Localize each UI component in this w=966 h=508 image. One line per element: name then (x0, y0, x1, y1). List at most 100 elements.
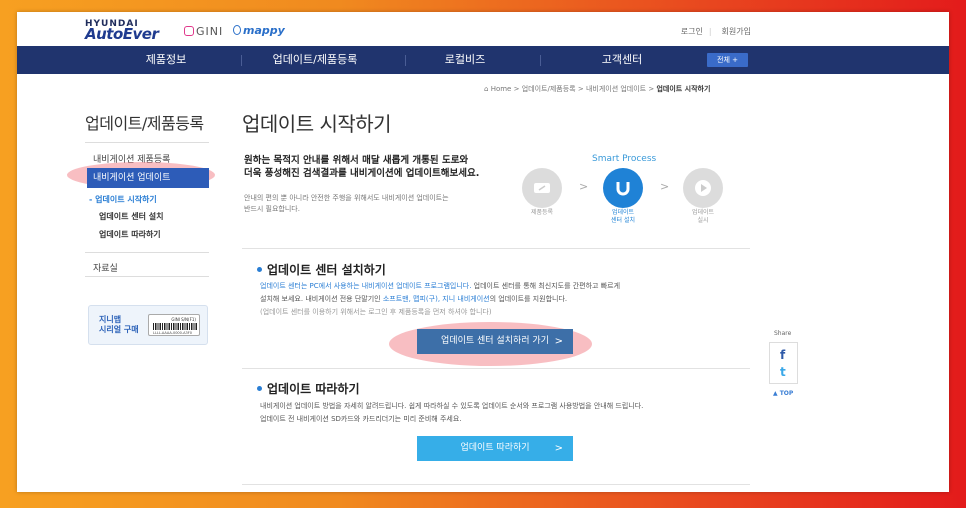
sidebar-item-archive[interactable]: 자료실 (93, 261, 118, 274)
intro-text: 원하는 목적지 안내를 위해서 매달 새롭게 개통된 도로와 더욱 풍성해진 검… (244, 154, 479, 180)
device-icon (534, 183, 550, 193)
breadcrumb-home[interactable]: Home (491, 85, 512, 93)
chevron-right-icon: > (554, 336, 563, 347)
section-install-desc: 업데이트 센터는 PC에서 사용하는 내비게이션 업데이트 프로그램입니다. 업… (260, 280, 620, 319)
step-register-circle (522, 168, 562, 208)
section-install-title-text: 업데이트 센터 설치하기 (267, 263, 386, 277)
sidebar-subitem-install[interactable]: 업데이트 센터 설치 (99, 211, 163, 222)
breadcrumb-separator: > (577, 85, 584, 93)
top-links: 로그인 | 회원가입 (671, 26, 751, 37)
logo-autoever-text: AutoEver (85, 25, 159, 43)
sidebar-divider (85, 142, 209, 143)
update-center-icon (616, 182, 630, 196)
mappy-pin-icon (233, 25, 241, 35)
serial-purchase-banner[interactable]: 지니맵 시리얼 구매 GINI S/N(F1) LLLL-AAAA-0000-A3… (88, 305, 208, 345)
top-links-divider: | (708, 27, 712, 36)
breadcrumb-current: 업데이트 시작하기 (656, 85, 711, 93)
section-divider (242, 368, 750, 369)
play-icon (695, 180, 711, 196)
banner-line1: 지니맵 (99, 315, 122, 324)
serial-number: LLLL-AAAA-0000-A3F0 (153, 331, 192, 335)
section-divider (242, 484, 750, 485)
mappy-label: mappy (243, 24, 285, 37)
banner-line2: 시리얼 구매 (99, 325, 139, 334)
desc-text: 의 업데이트를 지원합니다. (489, 295, 568, 303)
install-center-button-label: 업데이트 센터 설치하러 가기 (441, 336, 549, 346)
desc-line: 업데이트 센터는 PC에서 사용하는 내비게이션 업데이트 프로그램입니다. 업… (260, 280, 620, 293)
nav-divider (405, 55, 406, 66)
desc-line: 설치해 보세요. 내비게이션 전용 단말기인 소프트맨, 맵피(구), 지니 내… (260, 293, 620, 306)
desc-text: 업데이트 센터를 통해 최신지도를 간편하고 빠르게 (471, 282, 621, 290)
smart-process-title: Smart Process (592, 154, 657, 164)
follow-guide-button-label: 업데이트 따라하기 (460, 443, 530, 453)
intro-subtext: 안내의 편의 뿐 아니라 안전한 주행을 위해서도 내비게이션 업데이트는 반드… (244, 193, 449, 215)
desc-line: 업데이트 전 내비게이션 SD카드와 카드리더기는 미리 준비해 주세요. (260, 415, 462, 423)
share-box: f t (769, 342, 798, 384)
nav-item-products[interactable]: 제품정보 (121, 46, 211, 74)
nav-item-localbiz[interactable]: 로컬비즈 (420, 46, 510, 74)
chevron-right-icon: > (660, 180, 670, 193)
mappy-logo[interactable]: mappy (233, 24, 285, 37)
gini-label: GINI (196, 25, 224, 38)
sidebar-subitem-guide[interactable]: 업데이트 따라하기 (99, 229, 161, 240)
sidebar-title: 업데이트/제품등록 (85, 114, 204, 133)
hyundai-autoever-logo[interactable]: HYUNDAI AutoEver (85, 19, 159, 43)
chevron-right-icon: > (579, 180, 589, 193)
install-center-button[interactable]: 업데이트 센터 설치하러 가기 > (417, 329, 573, 354)
step-label: 업데이트 실시 (673, 209, 733, 225)
gini-logo[interactable]: GINI (184, 25, 223, 38)
sidebar-divider (85, 252, 209, 253)
section-guide-desc: 내비게이션 업데이트 방법을 자세히 알려드립니다. 쉽게 따라하실 수 있도록… (260, 400, 643, 426)
step-label: 업데이트 센터 설치 (593, 209, 653, 225)
nav-item-update[interactable]: 업데이트/제품등록 (255, 46, 375, 74)
section-divider (242, 248, 750, 249)
bullet-icon (257, 386, 262, 391)
login-link[interactable]: 로그인 (681, 27, 703, 36)
sidebar-item-update[interactable]: 내비게이션 업데이트 (87, 168, 209, 188)
section-guide-title-text: 업데이트 따라하기 (267, 382, 360, 396)
banner-text: 지니맵 시리얼 구매 (99, 315, 139, 335)
intro-sub-line2: 반드시 필요합니다. (244, 205, 300, 213)
main-nav: 제품정보 업데이트/제품등록 로컬비즈 고객센터 전체 + (17, 46, 949, 74)
chevron-right-icon: > (554, 443, 563, 454)
bullet-icon (257, 267, 262, 272)
desc-note: (업데이트 센터를 이용하기 위해서는 로그인 후 제품등록을 먼저 하셔야 합… (260, 308, 492, 316)
step-label-line2: 실시 (697, 217, 709, 224)
back-to-top-link[interactable]: ▲ TOP (773, 390, 793, 397)
nav-divider (540, 55, 541, 66)
follow-guide-button[interactable]: 업데이트 따라하기 > (417, 436, 573, 461)
sidebar-subitem-start-label: 업데이트 시작하기 (95, 195, 157, 204)
join-link[interactable]: 회원가입 (722, 27, 751, 36)
step-install-circle (603, 168, 643, 208)
browser-page: HYUNDAI AutoEver GINI mappy 로그인 | 회원가입 제품정… (17, 12, 949, 492)
intro-sub-line1: 안내의 편의 뿐 아니라 안전한 주행을 위해서도 내비게이션 업데이트는 (244, 194, 449, 202)
serial-card-image: GINI S/N(F1) LLLL-AAAA-0000-A3F0 (148, 314, 200, 336)
sidebar-subitem-start[interactable]: - 업데이트 시작하기 (89, 194, 157, 205)
desc-line: 내비게이션 업데이트 방법을 자세히 알려드립니다. 쉽게 따라하실 수 있도록… (260, 402, 644, 410)
breadcrumb-separator: > (648, 85, 655, 93)
breadcrumb-level1[interactable]: 업데이트/제품등록 (522, 85, 576, 93)
serial-label: GINI S/N(F1) (171, 317, 196, 322)
intro-line1: 원하는 목적지 안내를 위해서 매달 새롭게 개통된 도로와 (244, 155, 469, 166)
breadcrumb-level2[interactable]: 내비게이션 업데이트 (586, 85, 646, 93)
nav-divider (241, 55, 242, 66)
step-run-circle (683, 168, 723, 208)
intro-line2: 더욱 풍성해진 검색결과를 내비게이션에 업데이트해보세요. (244, 168, 480, 179)
page-title: 업데이트 시작하기 (242, 112, 392, 136)
top-bar: HYUNDAI AutoEver GINI mappy 로그인 | 회원가입 (17, 12, 949, 46)
step-label-line1: 제품등록 (530, 209, 554, 216)
step-label-line1: 업데이트 (691, 209, 715, 216)
breadcrumb-separator: > (513, 85, 520, 93)
nav-all-button[interactable]: 전체 + (707, 53, 748, 67)
home-icon: ⌂ (484, 85, 489, 93)
desc-highlight: 소프트맨, 맵피(구), 지니 내비게이션 (382, 295, 490, 303)
step-label-line1: 업데이트 (611, 209, 635, 216)
facebook-icon[interactable]: f (780, 348, 785, 362)
share-label: Share (774, 330, 792, 337)
desc-text: 설치해 보세요. 내비게이션 전용 단말기인 (260, 295, 383, 303)
twitter-icon[interactable]: t (780, 365, 786, 379)
section-install-title: 업데이트 센터 설치하기 (257, 261, 386, 278)
section-guide-title: 업데이트 따라하기 (257, 380, 360, 397)
step-label: 제품등록 (512, 209, 572, 217)
nav-item-support[interactable]: 고객센터 (577, 46, 667, 74)
